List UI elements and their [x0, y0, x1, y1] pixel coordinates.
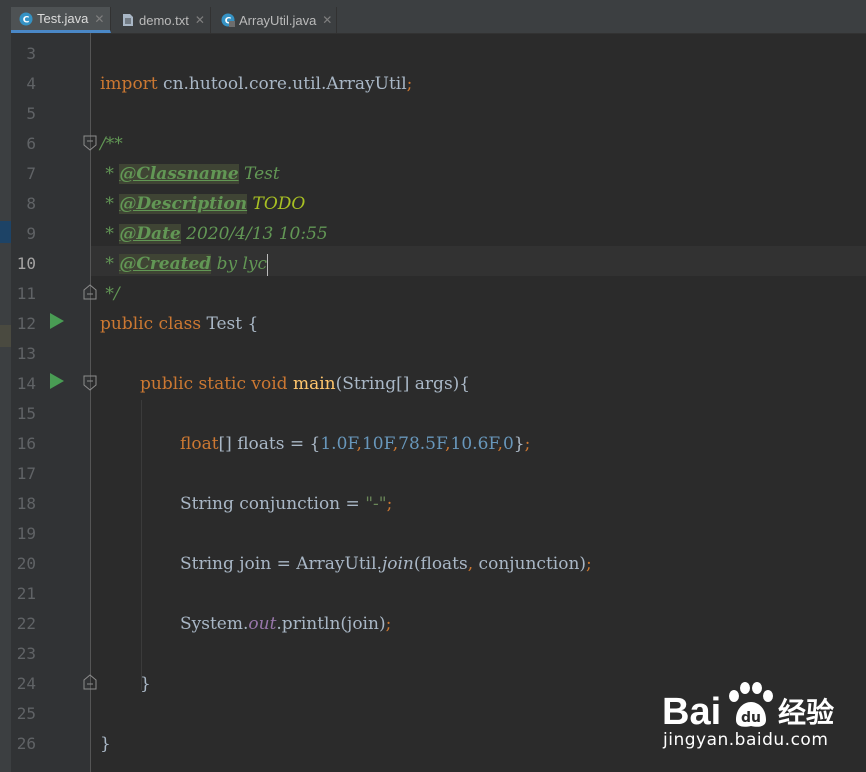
strip-marker — [0, 221, 11, 243]
run-icon[interactable] — [49, 372, 65, 390]
line-number: 14 — [16, 374, 36, 393]
line-number: 12 — [16, 314, 36, 333]
code-editor[interactable]: import cn.hutool.core.util.ArrayUtil; /*… — [100, 33, 592, 754]
tab-label: demo.txt — [139, 12, 189, 28]
code-line-4: import cn.hutool.core.util.ArrayUtil; — [100, 74, 413, 94]
editor-tab-bar: C Test.java ✕ demo.txt ✕ C ArrayUtil.jav… — [0, 0, 866, 34]
line-number: 17 — [16, 464, 36, 483]
svg-text:C: C — [23, 15, 30, 25]
code-line-11: */ — [100, 284, 120, 304]
brand-latin: Bai — [662, 691, 721, 732]
tab-test-java[interactable]: C Test.java ✕ — [11, 7, 111, 33]
line-number: 21 — [16, 584, 36, 603]
code-line-12: public class Test { — [100, 314, 259, 334]
code-line-6: /** — [100, 134, 123, 154]
line-number: 6 — [26, 134, 36, 153]
watermark-url: jingyan.baidu.com — [663, 730, 829, 750]
line-number: 22 — [16, 614, 36, 633]
code-line-9: * @Date 2020/4/13 10:55 — [100, 224, 328, 244]
fold-end-icon[interactable] — [83, 284, 97, 300]
baidu-logo-icon: Bai du 经验 — [662, 682, 834, 733]
fold-end-icon[interactable] — [83, 674, 97, 690]
strip-marker — [0, 325, 11, 347]
line-number: 11 — [16, 284, 36, 303]
line-number: 8 — [26, 194, 36, 213]
fold-collapse-icon[interactable] — [83, 135, 97, 151]
tab-label: Test.java — [37, 11, 89, 26]
line-number: 10 — [16, 254, 36, 273]
run-icon[interactable] — [49, 312, 65, 330]
fold-collapse-icon[interactable] — [83, 375, 97, 391]
line-number: 25 — [16, 704, 36, 723]
line-number: 9 — [26, 224, 36, 243]
code-line-18: String conjunction = "-"; — [180, 494, 393, 514]
line-number: 4 — [26, 74, 36, 93]
code-line-24: } — [140, 674, 151, 694]
code-line-16: float[] floats = {1.0F,10F,78.5F,10.6F,0… — [180, 434, 531, 454]
baidu-jingyan-watermark: Bai du 经验 jingyan.baidu.com — [660, 676, 860, 756]
close-icon[interactable]: ✕ — [94, 12, 104, 26]
line-number: 19 — [16, 524, 36, 543]
svg-text:du: du — [741, 710, 761, 726]
tab-demo-txt[interactable]: demo.txt ✕ — [113, 7, 211, 33]
line-number: 18 — [16, 494, 36, 513]
close-icon[interactable]: ✕ — [195, 13, 205, 27]
line-number: 5 — [26, 104, 36, 123]
line-number: 7 — [26, 164, 36, 183]
tab-label: ArrayUtil.java — [239, 12, 317, 28]
line-number: 16 — [16, 434, 36, 453]
code-line-8: * @Description TODO — [100, 194, 306, 214]
tool-window-strip — [0, 33, 11, 772]
tab-arrayutil-java[interactable]: C ArrayUtil.java ✕ — [213, 7, 337, 33]
close-icon[interactable]: ✕ — [322, 13, 332, 27]
line-number: 26 — [16, 734, 36, 753]
line-number: 24 — [16, 674, 36, 693]
indent-guide — [141, 400, 142, 690]
line-number: 15 — [16, 404, 36, 423]
code-line-22: System.out.println(join); — [180, 614, 392, 634]
code-line-26: } — [100, 734, 111, 754]
text-cursor — [267, 253, 269, 276]
brand-cn: 经验 — [778, 696, 834, 729]
line-number: 3 — [26, 44, 36, 63]
text-file-icon — [121, 13, 135, 27]
line-number: 13 — [16, 344, 36, 363]
line-number: 23 — [16, 644, 36, 663]
code-line-7: * @Classname Test — [100, 164, 280, 184]
code-line-20: String join = ArrayUtil.join(floats, con… — [180, 554, 592, 574]
code-line-14: public static void main(String[] args){ — [140, 374, 471, 394]
java-class-icon: C — [221, 13, 235, 27]
code-line-10: * @Created by lyc — [100, 253, 269, 276]
java-class-icon: C — [19, 12, 33, 26]
line-number: 20 — [16, 554, 36, 573]
